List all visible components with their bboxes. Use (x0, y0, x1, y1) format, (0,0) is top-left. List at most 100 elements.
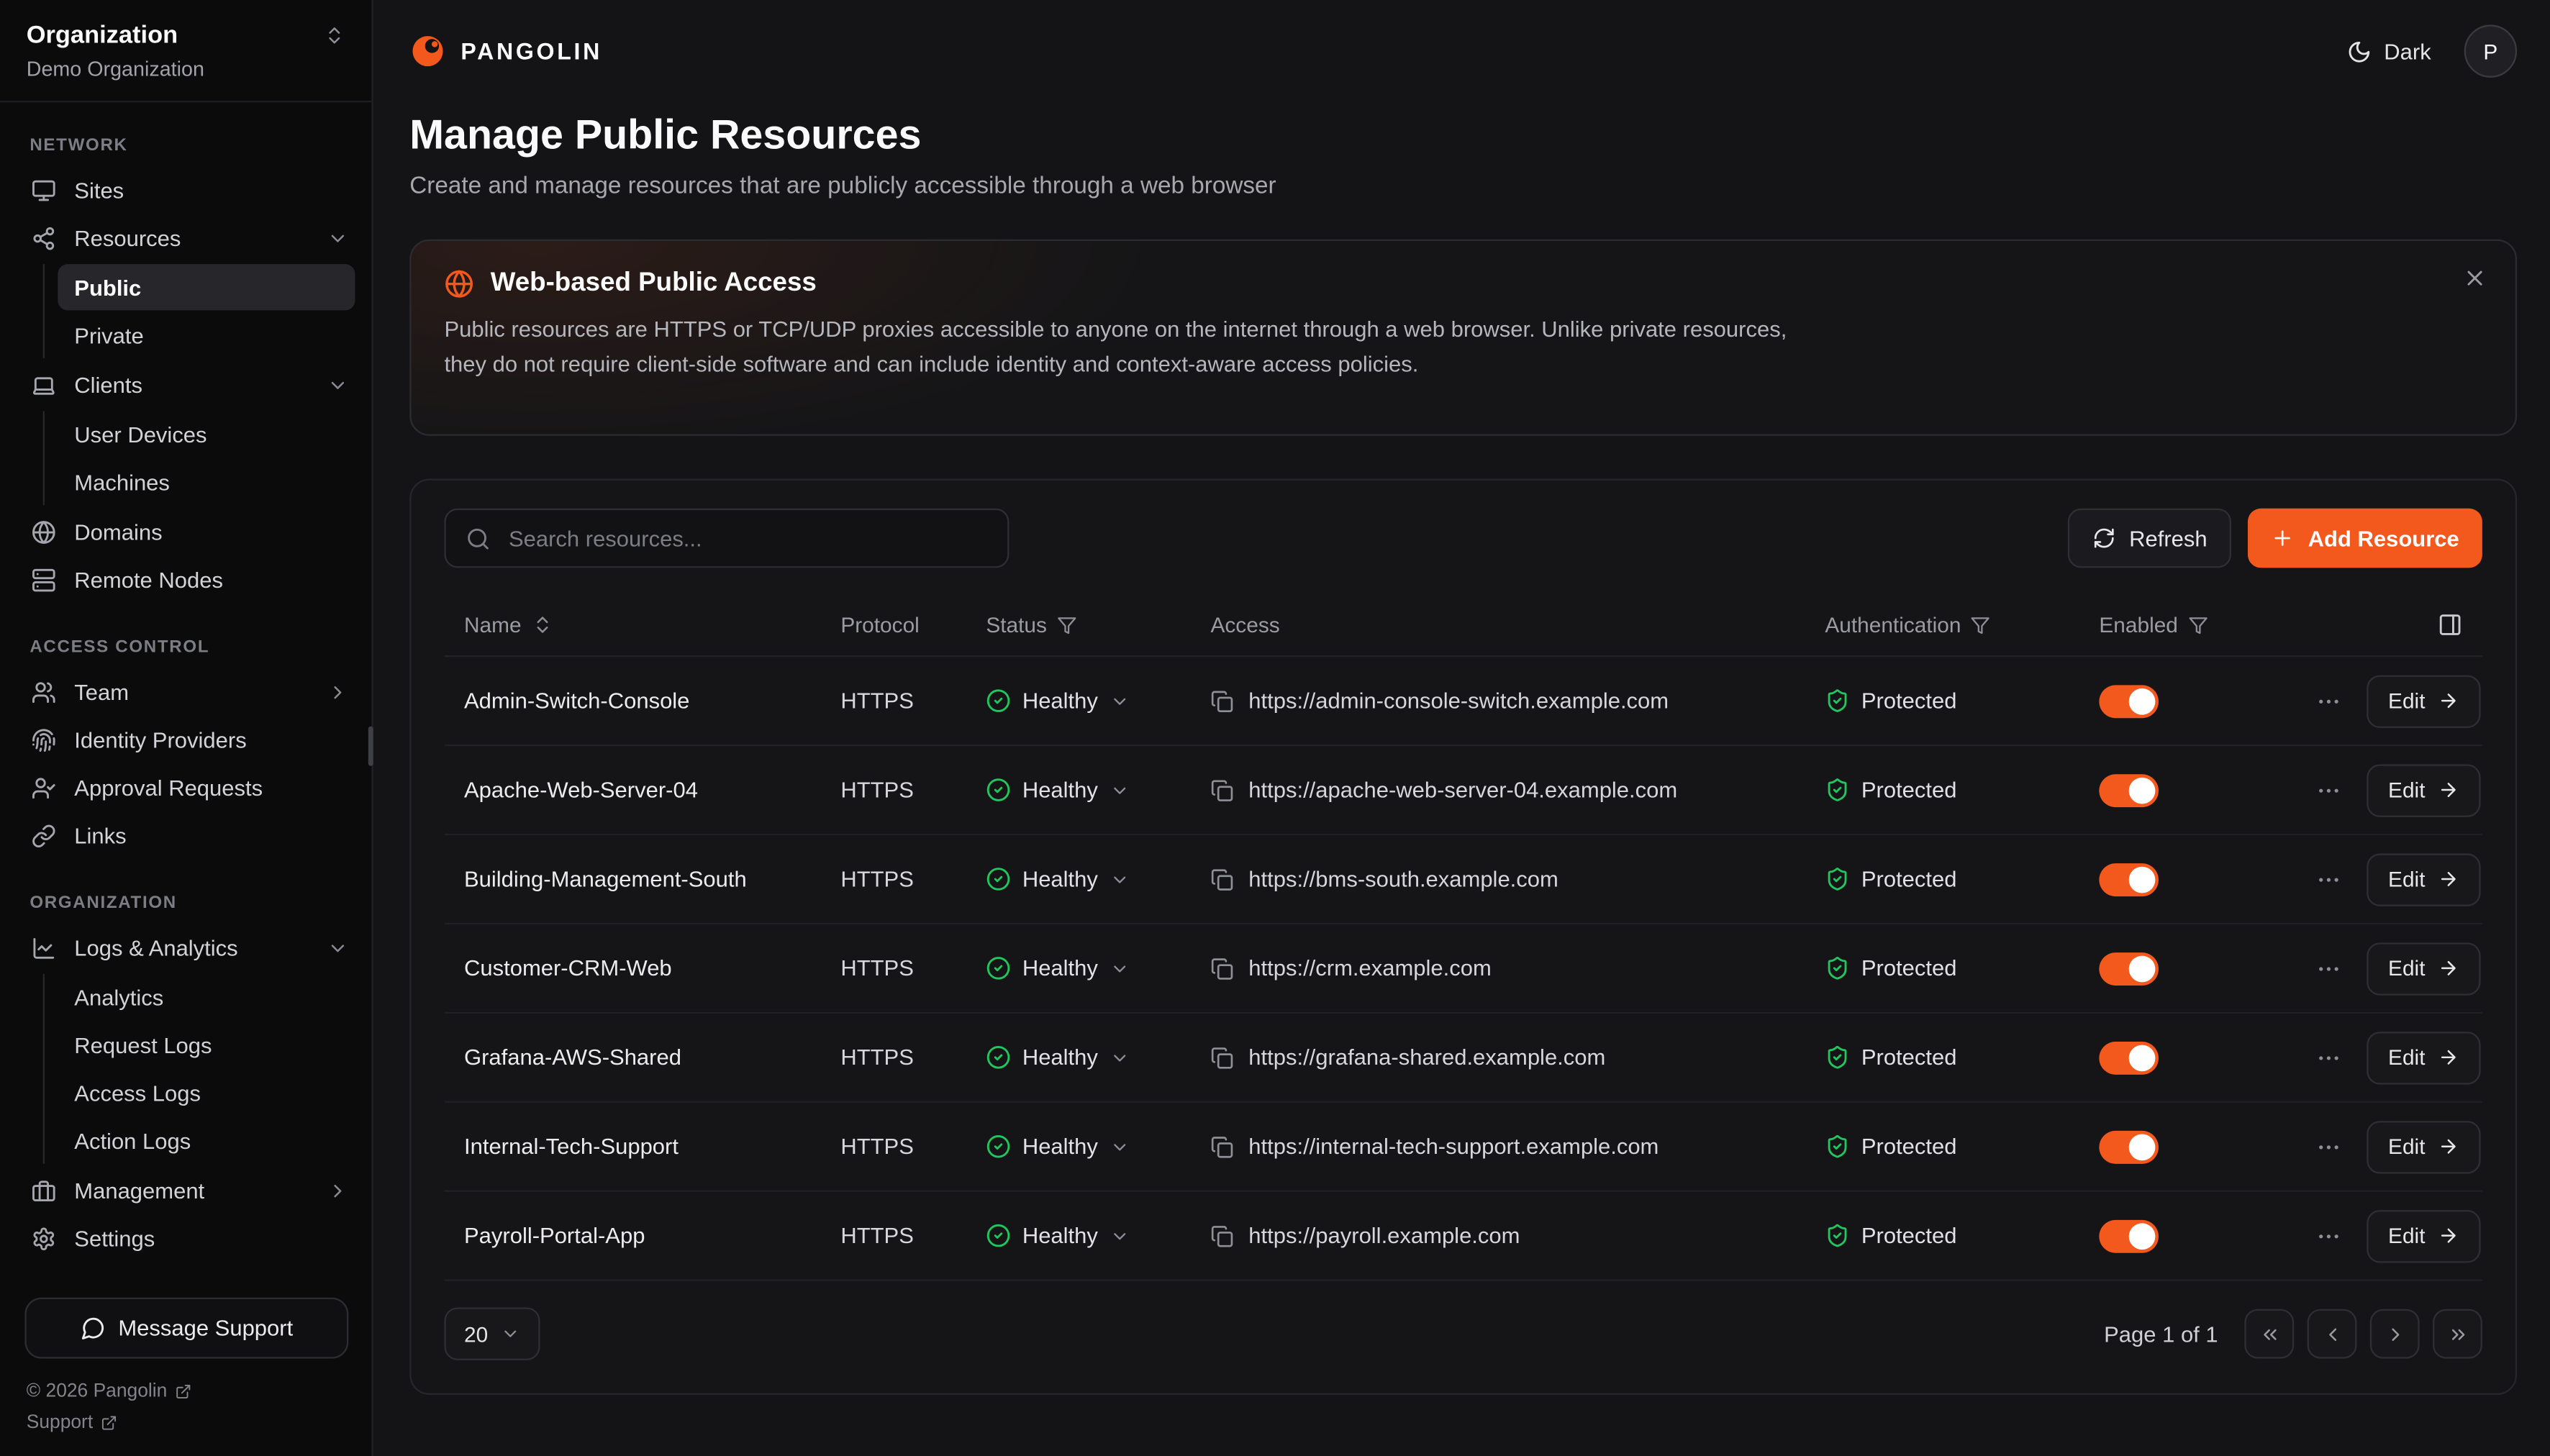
sidebar-item-resources[interactable]: Resources (0, 214, 371, 263)
column-header-status[interactable]: Status (986, 613, 1210, 637)
next-page-button[interactable] (2370, 1310, 2420, 1360)
sidebar-item-analytics[interactable]: Analytics (58, 974, 355, 1020)
sort-icon[interactable] (531, 614, 553, 636)
edit-button[interactable]: Edit (2367, 853, 2481, 906)
copyright-label: © 2026 Pangolin (27, 1382, 168, 1402)
last-page-button[interactable] (2433, 1310, 2482, 1360)
remote-nodes-icon (32, 568, 56, 592)
sidebar-item-links[interactable]: Links (0, 812, 371, 860)
sidebar-item-approval-requests[interactable]: Approval Requests (0, 764, 371, 812)
previous-page-button[interactable] (2308, 1310, 2357, 1360)
banner-close-button[interactable] (2459, 263, 2491, 294)
resource-url[interactable]: https://grafana-shared.example.com (1248, 1045, 1605, 1070)
edit-button[interactable]: Edit (2367, 675, 2481, 727)
enabled-toggle[interactable] (2099, 952, 2159, 986)
status-dropdown[interactable]: Healthy (986, 1224, 1210, 1248)
auth-label: Protected (1861, 689, 1957, 714)
arrow-right-icon (2438, 780, 2460, 801)
row-actions-icon[interactable] (2315, 955, 2342, 982)
clients-children: User Devices Machines (43, 411, 355, 505)
status-dropdown[interactable]: Healthy (986, 956, 1210, 980)
enabled-toggle[interactable] (2099, 774, 2159, 807)
sidebar-item-management[interactable]: Management (0, 1167, 371, 1215)
filter-icon[interactable] (2188, 616, 2208, 636)
resource-url[interactable]: https://payroll.example.com (1248, 1224, 1520, 1248)
filter-icon[interactable] (1057, 616, 1077, 636)
search-input[interactable] (505, 524, 987, 552)
sidebar-item-team[interactable]: Team (0, 668, 371, 716)
status-dropdown[interactable]: Healthy (986, 1045, 1210, 1070)
theme-label: Dark (2384, 39, 2431, 63)
resource-url[interactable]: https://apache-web-server-04.example.com (1248, 778, 1677, 803)
status-dropdown[interactable]: Healthy (986, 689, 1210, 714)
sidebar-item-machines[interactable]: Machines (58, 459, 355, 505)
enabled-toggle[interactable] (2099, 1219, 2159, 1252)
resource-name: Admin-Switch-Console (444, 689, 840, 714)
message-support-button[interactable]: Message Support (24, 1298, 348, 1359)
column-header-enabled[interactable]: Enabled (2099, 613, 2290, 637)
row-actions-icon[interactable] (2315, 1134, 2342, 1160)
edit-button[interactable]: Edit (2367, 1121, 2481, 1173)
row-actions-icon[interactable] (2315, 1223, 2342, 1250)
sidebar-item-action-logs[interactable]: Action Logs (58, 1118, 355, 1164)
copy-url-icon[interactable] (1210, 1135, 1233, 1158)
sidebar-item-access-logs[interactable]: Access Logs (58, 1070, 355, 1116)
edit-button[interactable]: Edit (2367, 764, 2481, 816)
row-actions-icon[interactable] (2315, 866, 2342, 893)
page-size-select[interactable]: 20 (444, 1308, 540, 1360)
resource-url[interactable]: https://internal-tech-support.example.co… (1248, 1134, 1659, 1159)
user-avatar[interactable]: P (2464, 24, 2517, 77)
copyright-link[interactable]: © 2026 Pangolin (27, 1382, 345, 1402)
first-page-button[interactable] (2244, 1310, 2294, 1360)
status-dropdown[interactable]: Healthy (986, 778, 1210, 803)
edit-button[interactable]: Edit (2367, 942, 2481, 995)
add-resource-button[interactable]: Add Resource (2249, 509, 2482, 569)
resource-access: https://internal-tech-support.example.co… (1210, 1134, 1825, 1159)
column-header-name[interactable]: Name (444, 613, 840, 637)
column-visibility-button[interactable] (2367, 613, 2482, 637)
column-header-authentication[interactable]: Authentication (1825, 613, 2099, 637)
sidebar-item-user-devices[interactable]: User Devices (58, 411, 355, 457)
enabled-toggle[interactable] (2099, 685, 2159, 718)
row-actions-icon[interactable] (2315, 1045, 2342, 1071)
resource-url[interactable]: https://bms-south.example.com (1248, 868, 1558, 892)
enabled-toggle[interactable] (2099, 863, 2159, 896)
resource-url[interactable]: https://admin-console-switch.example.com (1248, 689, 1669, 714)
sidebar-item-public[interactable]: Public (58, 264, 355, 310)
sidebar-item-sites[interactable]: Sites (0, 167, 371, 215)
filter-icon[interactable] (1971, 616, 1991, 636)
arrow-right-icon (2438, 958, 2460, 980)
copy-url-icon[interactable] (1210, 868, 1233, 891)
enabled-toggle[interactable] (2099, 1131, 2159, 1164)
column-label: Access (1210, 613, 1279, 637)
theme-toggle[interactable]: Dark (2348, 39, 2431, 63)
sidebar-item-identity-providers[interactable]: Identity Providers (0, 716, 371, 765)
sidebar-item-private[interactable]: Private (58, 312, 355, 358)
sidebar-item-request-logs[interactable]: Request Logs (58, 1022, 355, 1068)
copy-url-icon[interactable] (1210, 1224, 1233, 1247)
sidebar-item-domains[interactable]: Domains (0, 509, 371, 557)
sidebar-item-clients[interactable]: Clients (0, 362, 371, 410)
refresh-button[interactable]: Refresh (2068, 509, 2232, 569)
status-dropdown[interactable]: Healthy (986, 1134, 1210, 1159)
copy-url-icon[interactable] (1210, 1047, 1233, 1070)
edit-button[interactable]: Edit (2367, 1032, 2481, 1084)
sidebar-item-logs-analytics[interactable]: Logs & Analytics (0, 924, 371, 973)
auth-label: Protected (1861, 1224, 1957, 1248)
copy-url-icon[interactable] (1210, 779, 1233, 802)
support-link[interactable]: Support (27, 1413, 345, 1433)
org-switcher[interactable]: Organization Demo Organization (0, 0, 371, 102)
sidebar-item-settings[interactable]: Settings (0, 1215, 371, 1263)
sidebar-resize-handle[interactable] (368, 727, 373, 766)
copy-url-icon[interactable] (1210, 957, 1233, 980)
resource-url[interactable]: https://crm.example.com (1248, 956, 1492, 980)
enabled-toggle[interactable] (2099, 1042, 2159, 1075)
sidebar-item-remote-nodes[interactable]: Remote Nodes (0, 556, 371, 604)
edit-button[interactable]: Edit (2367, 1210, 2481, 1262)
status-dropdown[interactable]: Healthy (986, 868, 1210, 892)
row-actions-icon[interactable] (2315, 777, 2342, 804)
brand: PANGOLIN (409, 33, 602, 69)
row-actions-icon[interactable] (2315, 688, 2342, 715)
columns-icon (2438, 613, 2462, 637)
copy-url-icon[interactable] (1210, 690, 1233, 713)
